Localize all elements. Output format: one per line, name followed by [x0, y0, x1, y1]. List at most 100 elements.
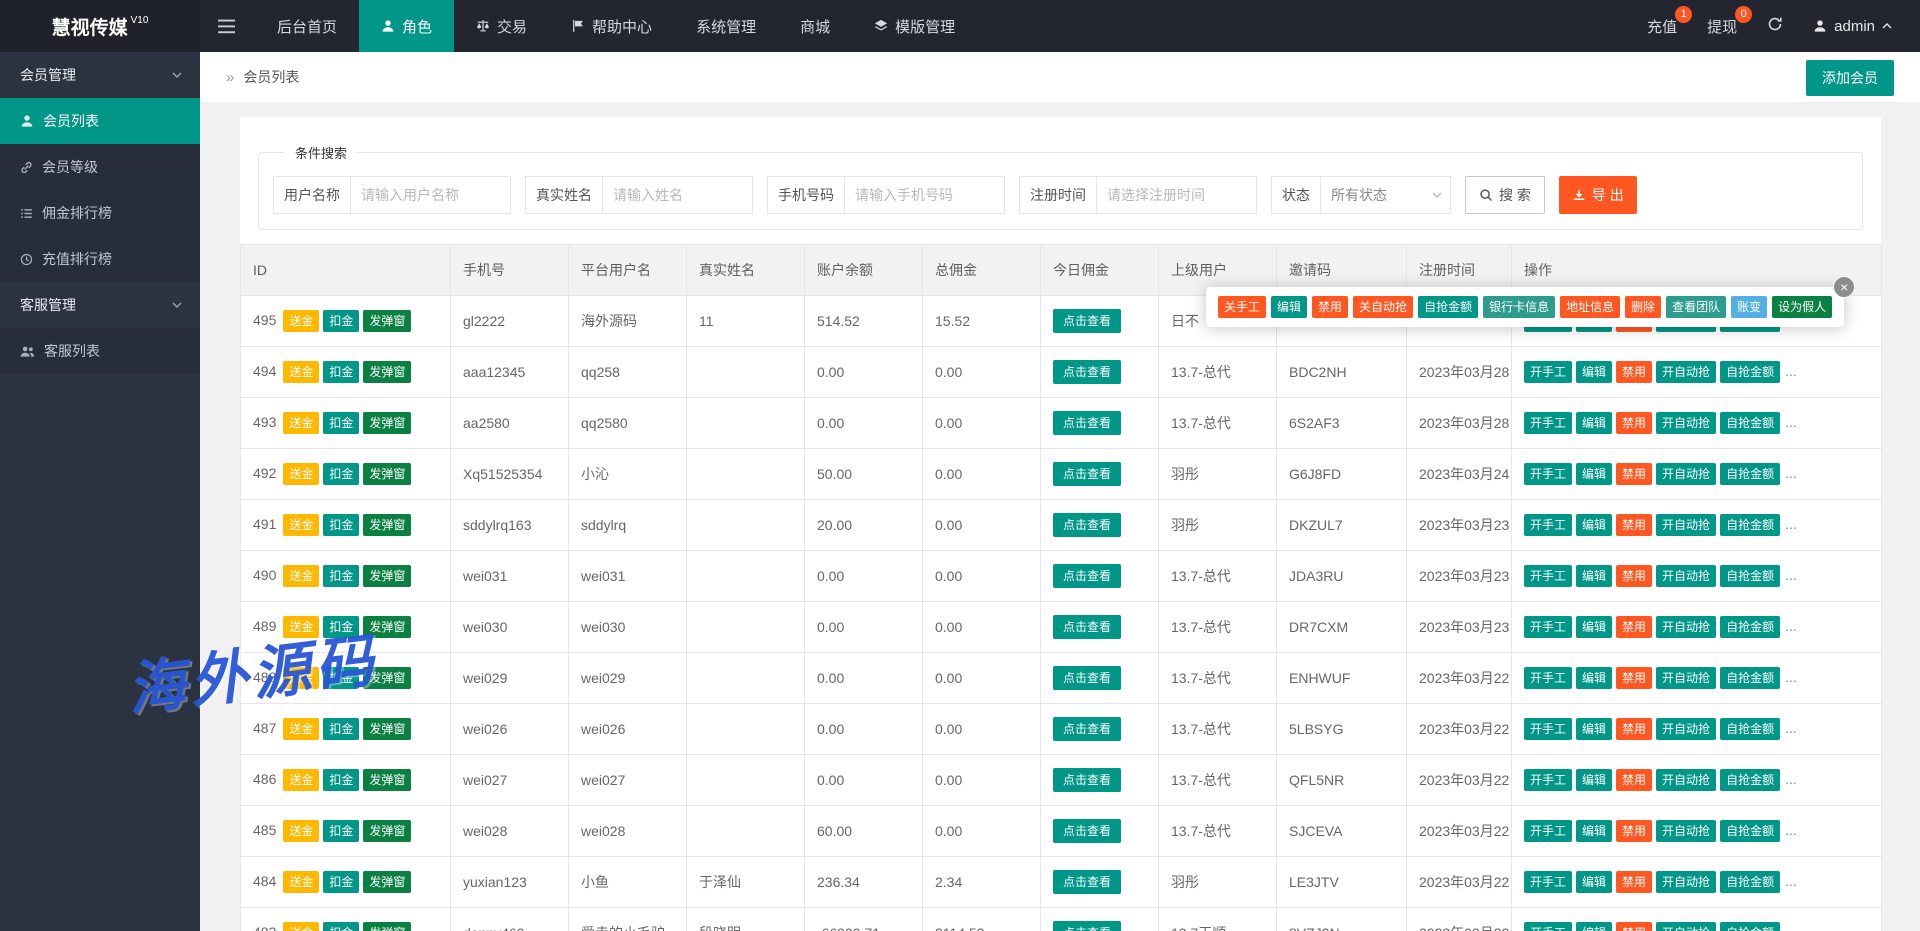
realname-input[interactable]	[603, 176, 753, 214]
op-btn-grab-amount[interactable]: 自抢金额	[1720, 769, 1780, 791]
row-btn-send-popup[interactable]: 发弹窗	[363, 514, 411, 536]
sidebar-item-recharge-rank[interactable]: 充值排行榜	[0, 236, 200, 282]
view-today-commission-button[interactable]: 点击查看	[1053, 309, 1121, 333]
op-btn-open-auto-grab[interactable]: 开自动抢	[1656, 922, 1716, 931]
op-btn-disable[interactable]: 禁用	[1616, 871, 1652, 893]
row-btn-send-gold[interactable]: 送金	[283, 463, 319, 485]
op-btn-edit[interactable]: 编辑	[1576, 514, 1612, 536]
row-btn-send-popup[interactable]: 发弹窗	[363, 361, 411, 383]
nav-item-system[interactable]: 系统管理	[674, 0, 778, 52]
popup-btn-set-fake[interactable]: 设为假人	[1772, 296, 1832, 318]
op-btn-open-manual[interactable]: 开手工	[1524, 922, 1572, 931]
row-btn-send-popup[interactable]: 发弹窗	[363, 616, 411, 638]
row-btn-send-popup[interactable]: 发弹窗	[363, 922, 411, 931]
view-today-commission-button[interactable]: 点击查看	[1053, 921, 1121, 931]
status-select[interactable]: 所有状态	[1321, 176, 1451, 214]
export-button[interactable]: 导 出	[1559, 176, 1637, 214]
op-btn-edit[interactable]: 编辑	[1576, 922, 1612, 931]
op-btn-open-manual[interactable]: 开手工	[1524, 769, 1572, 791]
view-today-commission-button[interactable]: 点击查看	[1053, 411, 1121, 435]
op-btn-edit[interactable]: 编辑	[1576, 412, 1612, 434]
row-btn-send-gold[interactable]: 送金	[283, 412, 319, 434]
sidebar-group-service-management[interactable]: 客服管理	[0, 282, 200, 328]
row-btn-send-popup[interactable]: 发弹窗	[363, 718, 411, 740]
popup-btn-edit[interactable]: 编辑	[1271, 296, 1307, 318]
popup-btn-account-change[interactable]: 账变	[1731, 296, 1767, 318]
op-btn-open-auto-grab[interactable]: 开自动抢	[1656, 565, 1716, 587]
row-btn-send-gold[interactable]: 送金	[283, 718, 319, 740]
row-btn-send-popup[interactable]: 发弹窗	[363, 871, 411, 893]
row-btn-send-gold[interactable]: 送金	[283, 514, 319, 536]
withdraw-nav-item[interactable]: 提现 0	[1707, 16, 1737, 37]
nav-item-trade[interactable]: 交易	[454, 0, 549, 52]
op-btn-grab-amount[interactable]: 自抢金额	[1720, 565, 1780, 587]
row-btn-send-gold[interactable]: 送金	[283, 667, 319, 689]
op-btn-open-auto-grab[interactable]: 开自动抢	[1656, 820, 1716, 842]
op-btn-open-auto-grab[interactable]: 开自动抢	[1656, 463, 1716, 485]
op-btn-edit[interactable]: 编辑	[1576, 820, 1612, 842]
row-btn-send-popup[interactable]: 发弹窗	[363, 820, 411, 842]
row-btn-send-gold[interactable]: 送金	[283, 310, 319, 332]
op-btn-open-auto-grab[interactable]: 开自动抢	[1656, 361, 1716, 383]
row-btn-send-popup[interactable]: 发弹窗	[363, 565, 411, 587]
search-button[interactable]: 搜 索	[1465, 176, 1545, 214]
op-btn-open-auto-grab[interactable]: 开自动抢	[1656, 616, 1716, 638]
row-btn-send-gold[interactable]: 送金	[283, 871, 319, 893]
op-btn-disable[interactable]: 禁用	[1616, 565, 1652, 587]
view-today-commission-button[interactable]: 点击查看	[1053, 360, 1121, 384]
op-btn-disable[interactable]: 禁用	[1616, 463, 1652, 485]
row-btn-send-gold[interactable]: 送金	[283, 616, 319, 638]
row-btn-send-gold[interactable]: 送金	[283, 361, 319, 383]
admin-menu[interactable]: admin	[1813, 18, 1892, 35]
nav-item-template[interactable]: 模版管理	[852, 0, 977, 52]
popup-btn-grab-amount[interactable]: 自抢金额	[1418, 296, 1478, 318]
op-btn-grab-amount[interactable]: 自抢金额	[1720, 412, 1780, 434]
popup-btn-close-auto-grab[interactable]: 关自动抢	[1353, 296, 1413, 318]
op-btn-open-manual[interactable]: 开手工	[1524, 463, 1572, 485]
view-today-commission-button[interactable]: 点击查看	[1053, 768, 1121, 792]
op-btn-grab-amount[interactable]: 自抢金额	[1720, 361, 1780, 383]
op-btn-grab-amount[interactable]: 自抢金额	[1720, 922, 1780, 931]
refresh-button[interactable]	[1767, 16, 1783, 37]
sidebar-item-member-level[interactable]: 会员等级	[0, 144, 200, 190]
sidebar-item-commission-rank[interactable]: 佣金排行榜	[0, 190, 200, 236]
op-btn-disable[interactable]: 禁用	[1616, 769, 1652, 791]
view-today-commission-button[interactable]: 点击查看	[1053, 717, 1121, 741]
phone-input[interactable]	[845, 176, 1005, 214]
username-input[interactable]	[351, 176, 511, 214]
op-btn-disable[interactable]: 禁用	[1616, 616, 1652, 638]
op-btn-open-manual[interactable]: 开手工	[1524, 514, 1572, 536]
sidebar-group-member-management[interactable]: 会员管理	[0, 52, 200, 98]
op-btn-open-auto-grab[interactable]: 开自动抢	[1656, 667, 1716, 689]
op-btn-grab-amount[interactable]: 自抢金额	[1720, 463, 1780, 485]
op-btn-open-manual[interactable]: 开手工	[1524, 718, 1572, 740]
op-btn-open-manual[interactable]: 开手工	[1524, 616, 1572, 638]
row-btn-send-popup[interactable]: 发弹窗	[363, 310, 411, 332]
row-btn-deduct-gold[interactable]: 扣金	[323, 871, 359, 893]
op-btn-grab-amount[interactable]: 自抢金额	[1720, 871, 1780, 893]
popup-btn-bank-info[interactable]: 银行卡信息	[1483, 296, 1555, 318]
view-today-commission-button[interactable]: 点击查看	[1053, 564, 1121, 588]
row-btn-send-popup[interactable]: 发弹窗	[363, 667, 411, 689]
row-btn-deduct-gold[interactable]: 扣金	[323, 820, 359, 842]
row-btn-deduct-gold[interactable]: 扣金	[323, 565, 359, 587]
op-btn-open-auto-grab[interactable]: 开自动抢	[1656, 871, 1716, 893]
sidebar-toggle-button[interactable]	[200, 0, 255, 52]
op-btn-edit[interactable]: 编辑	[1576, 565, 1612, 587]
op-btn-edit[interactable]: 编辑	[1576, 667, 1612, 689]
op-btn-open-auto-grab[interactable]: 开自动抢	[1656, 769, 1716, 791]
regtime-input[interactable]	[1097, 176, 1257, 214]
op-btn-disable[interactable]: 禁用	[1616, 667, 1652, 689]
op-btn-edit[interactable]: 编辑	[1576, 463, 1612, 485]
view-today-commission-button[interactable]: 点击查看	[1053, 513, 1121, 537]
op-btn-open-manual[interactable]: 开手工	[1524, 412, 1572, 434]
op-btn-edit[interactable]: 编辑	[1576, 616, 1612, 638]
row-btn-deduct-gold[interactable]: 扣金	[323, 361, 359, 383]
view-today-commission-button[interactable]: 点击查看	[1053, 819, 1121, 843]
nav-item-help-center[interactable]: 帮助中心	[549, 0, 674, 52]
popup-btn-close-manual[interactable]: 关手工	[1218, 296, 1266, 318]
op-btn-grab-amount[interactable]: 自抢金额	[1720, 667, 1780, 689]
row-btn-send-gold[interactable]: 送金	[283, 565, 319, 587]
row-btn-send-gold[interactable]: 送金	[283, 769, 319, 791]
op-btn-open-manual[interactable]: 开手工	[1524, 565, 1572, 587]
